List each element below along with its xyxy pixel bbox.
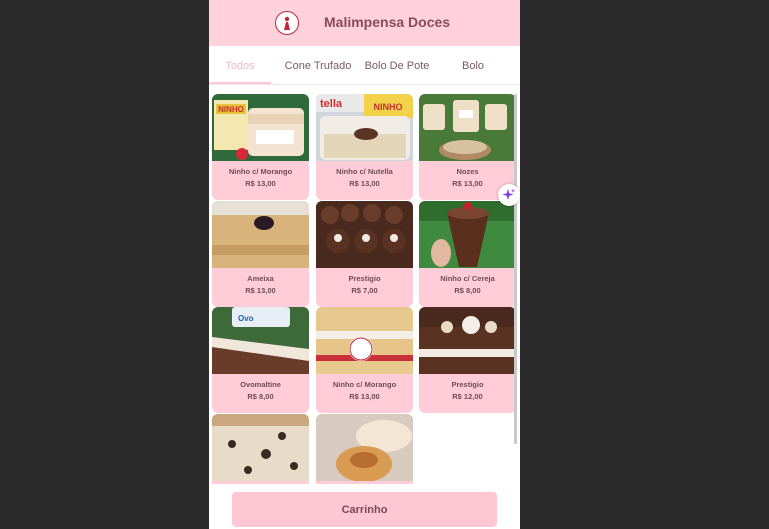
- svg-text:tella: tella: [320, 98, 343, 110]
- product-name: Nozes: [456, 167, 479, 176]
- product-photo: [419, 307, 516, 374]
- product-price: R$ 12,00: [452, 392, 483, 401]
- svg-text:NINHO: NINHO: [374, 102, 403, 112]
- cart-button[interactable]: Carrinho: [232, 492, 497, 527]
- product-name: Ameixa: [247, 274, 274, 283]
- svg-text:NINHO: NINHO: [218, 105, 244, 114]
- product-card[interactable]: Ninho c/ Morango R$ 13,00: [316, 307, 413, 413]
- product-price: R$ 13,00: [349, 392, 380, 401]
- product-name: Ninho c/ Morango: [332, 380, 397, 389]
- product-grid: NINHO Ninho c/ Morango R$ 13,00 tella NI…: [209, 84, 520, 484]
- product-name: Ninho c/ Nutella: [336, 167, 393, 176]
- ai-assistant-sparkle-icon[interactable]: [498, 184, 520, 206]
- product-card[interactable]: NINHO Ninho c/ Morango R$ 13,00: [212, 94, 309, 200]
- tab-cone-trufado[interactable]: Cone Trufado: [282, 46, 354, 84]
- tab-todos[interactable]: Todos: [209, 46, 271, 84]
- product-photo: [316, 414, 413, 481]
- product-card[interactable]: Ovo Ovomaltine R$ 8,00: [212, 307, 309, 413]
- category-tabs: Todos Cone Trufado Bolo De Pote Bolo: [209, 46, 520, 85]
- product-price: R$ 7,00: [351, 286, 378, 295]
- tab-bolo[interactable]: Bolo: [449, 46, 497, 84]
- app-window: Malimpensa Doces Todos Cone Trufado Bolo…: [209, 0, 520, 529]
- scrollbar[interactable]: [514, 94, 517, 444]
- product-card[interactable]: [212, 414, 309, 484]
- product-name: Prestigio: [348, 274, 381, 283]
- product-card[interactable]: tella NINHO Ninho c/ Nutella R$ 13,00: [316, 94, 413, 200]
- product-photo: [316, 201, 413, 268]
- product-card[interactable]: Nozes R$ 13,00: [419, 94, 516, 200]
- product-price: R$ 8,00: [454, 286, 481, 295]
- product-card[interactable]: Prestigio R$ 7,00: [316, 201, 413, 307]
- product-price: R$ 8,00: [247, 392, 274, 401]
- product-name: Ovomaltine: [240, 380, 281, 389]
- product-name: Ninho c/ Morango: [228, 167, 293, 176]
- product-price: R$ 13,00: [349, 179, 380, 188]
- product-card[interactable]: Prestigio R$ 12,00: [419, 307, 516, 413]
- product-photo: [419, 201, 516, 268]
- brand-logo-icon: [275, 11, 299, 35]
- product-photo: [212, 201, 309, 268]
- footer-bar: Carrinho: [209, 484, 520, 529]
- product-photo: Ovo: [212, 307, 309, 374]
- product-price: R$ 13,00: [245, 179, 276, 188]
- app-title: Malimpensa Doces: [324, 14, 451, 30]
- product-name: Prestigio: [451, 380, 484, 389]
- product-photo: [419, 94, 516, 161]
- product-photo: [212, 414, 309, 481]
- product-card[interactable]: [316, 414, 413, 484]
- svg-text:Ovo: Ovo: [238, 314, 254, 323]
- app-header: Malimpensa Doces: [209, 0, 520, 46]
- tab-bolo-de-pote[interactable]: Bolo De Pote: [362, 46, 432, 84]
- product-price: R$ 13,00: [245, 286, 276, 295]
- product-photo: tella NINHO: [316, 94, 413, 161]
- product-card[interactable]: Ameixa R$ 13,00: [212, 201, 309, 307]
- product-name: Ninho c/ Cereja: [440, 274, 495, 283]
- product-photo: [316, 307, 413, 374]
- product-card[interactable]: Ninho c/ Cereja R$ 8,00: [419, 201, 516, 307]
- product-photo: NINHO: [212, 94, 309, 161]
